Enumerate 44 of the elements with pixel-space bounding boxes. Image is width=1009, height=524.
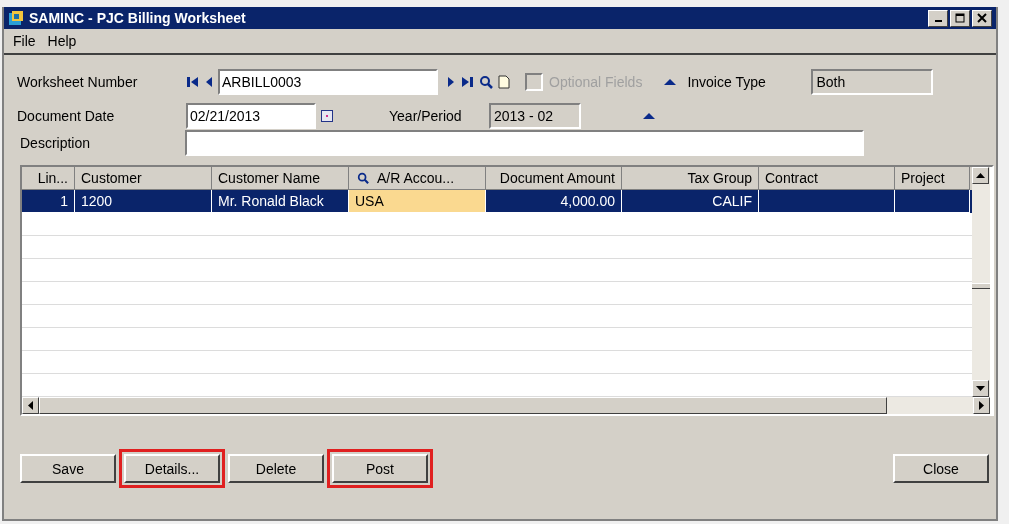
search-icon[interactable]: [479, 75, 493, 89]
action-button[interactable]: Delete: [228, 454, 324, 483]
action-button[interactable]: Save: [20, 454, 116, 483]
document-date-field[interactable]: 02/21/2013: [186, 103, 316, 129]
description-field[interactable]: [185, 130, 864, 156]
scroll-down-icon: [976, 385, 985, 392]
last-record-icon[interactable]: [460, 76, 474, 88]
maximize-button[interactable]: [950, 9, 970, 27]
next-record-icon[interactable]: [447, 76, 455, 88]
calendar-icon[interactable]: [321, 110, 333, 122]
horizontal-scrollbar[interactable]: [22, 397, 990, 414]
scroll-left-icon: [27, 401, 34, 410]
window-title: SAMINC - PJC Billing Worksheet: [29, 10, 247, 26]
minimize-button[interactable]: [928, 9, 948, 27]
field-label: Description: [19, 135, 92, 151]
field-label: Invoice Type: [687, 74, 767, 90]
field-label: Year/Period: [389, 108, 463, 124]
scroll-up-icon: [976, 172, 985, 179]
scroll-right-icon: [978, 401, 985, 410]
first-record-icon[interactable]: [186, 76, 200, 88]
close-icon: [977, 13, 987, 23]
app-icon: [8, 10, 24, 26]
scroll-thumb[interactable]: [972, 283, 990, 289]
field-label: Document Date: [16, 108, 116, 124]
year-period-field: 2013 - 02: [489, 103, 581, 129]
new-document-icon[interactable]: [498, 75, 510, 89]
close-button[interactable]: [972, 9, 992, 27]
minimize-icon: [934, 20, 942, 22]
worksheet-number-field[interactable]: ARBILL0003: [218, 69, 438, 95]
field-label: Worksheet Number: [16, 74, 139, 90]
table-cell: USA: [349, 190, 486, 213]
action-button[interactable]: Details...: [124, 454, 220, 483]
menu-item[interactable]: File: [13, 33, 36, 49]
vertical-scrollbar[interactable]: [972, 167, 990, 397]
invoice-type-field: Both: [811, 69, 934, 95]
collapse-icon[interactable]: [641, 110, 657, 122]
action-button[interactable]: Close: [893, 454, 989, 483]
previous-record-icon[interactable]: [205, 76, 213, 88]
menu-item[interactable]: Help: [47, 33, 77, 49]
collapse-icon[interactable]: [662, 76, 679, 88]
maximize-icon: [955, 13, 965, 23]
table-row[interactable]: 1 1200 Mr. Ronald Black USA 4,000.00 CALIF: [22, 190, 972, 213]
search-icon: [357, 172, 369, 184]
action-button[interactable]: Post: [332, 454, 428, 483]
